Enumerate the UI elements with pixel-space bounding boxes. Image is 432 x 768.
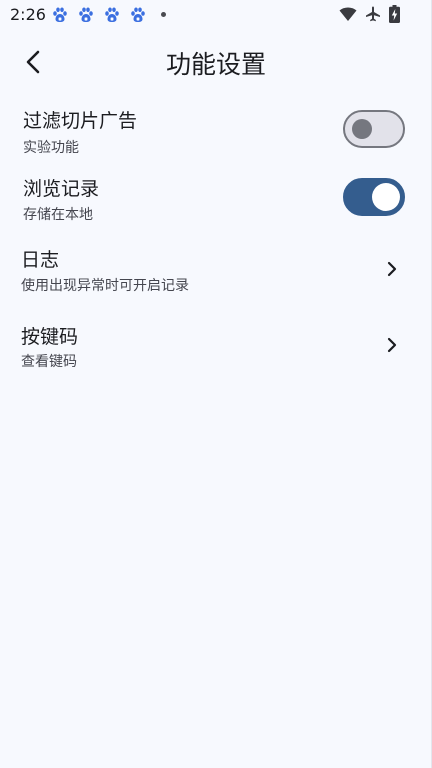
setting-row-key-codes[interactable]: 按键码 查看键码 [0,314,432,380]
setting-title: 浏览记录 [23,178,100,200]
status-time: 2:26 [10,5,46,24]
page-title: 功能设置 [165,50,266,79]
switch-thumb [372,182,400,211]
setting-row-filter-ads[interactable]: 过滤切片广告 实验功能 [0,100,432,164]
chevron-right-icon [387,261,397,277]
filter-ads-switch[interactable] [343,110,405,148]
notification-icons [52,7,146,23]
setting-subtitle: 实验功能 [23,140,79,156]
setting-row-logs[interactable]: 日志 使用出现异常时可开启记录 [0,238,432,304]
app-bar: 功能设置 [0,34,432,90]
baidu-paw-icon [105,7,119,22]
settings-screen: 2:26 功能设置 过滤切片广告 实验功能 浏览记录 存储在本地 日志 使用出现… [0,0,432,768]
airplane-icon [366,6,380,22]
setting-title: 按键码 [21,326,79,348]
baidu-paw-icon [131,7,145,22]
system-icons [339,5,400,23]
setting-title: 过滤切片广告 [23,110,138,132]
setting-row-browsing-history[interactable]: 浏览记录 存储在本地 [0,168,432,232]
setting-title: 日志 [21,249,60,271]
chevron-right-icon [387,337,397,353]
wifi-icon [339,7,357,21]
status-bar: 2:26 [0,0,432,30]
battery-charging-icon [389,5,400,23]
switch-thumb [352,118,372,139]
setting-subtitle: 存储在本地 [23,207,93,223]
browsing-history-switch[interactable] [343,178,405,216]
more-notifications-dot [161,12,166,17]
baidu-paw-icon [53,7,67,22]
baidu-paw-icon [79,7,93,22]
setting-subtitle: 使用出现异常时可开启记录 [21,278,189,294]
setting-subtitle: 查看键码 [21,354,77,370]
